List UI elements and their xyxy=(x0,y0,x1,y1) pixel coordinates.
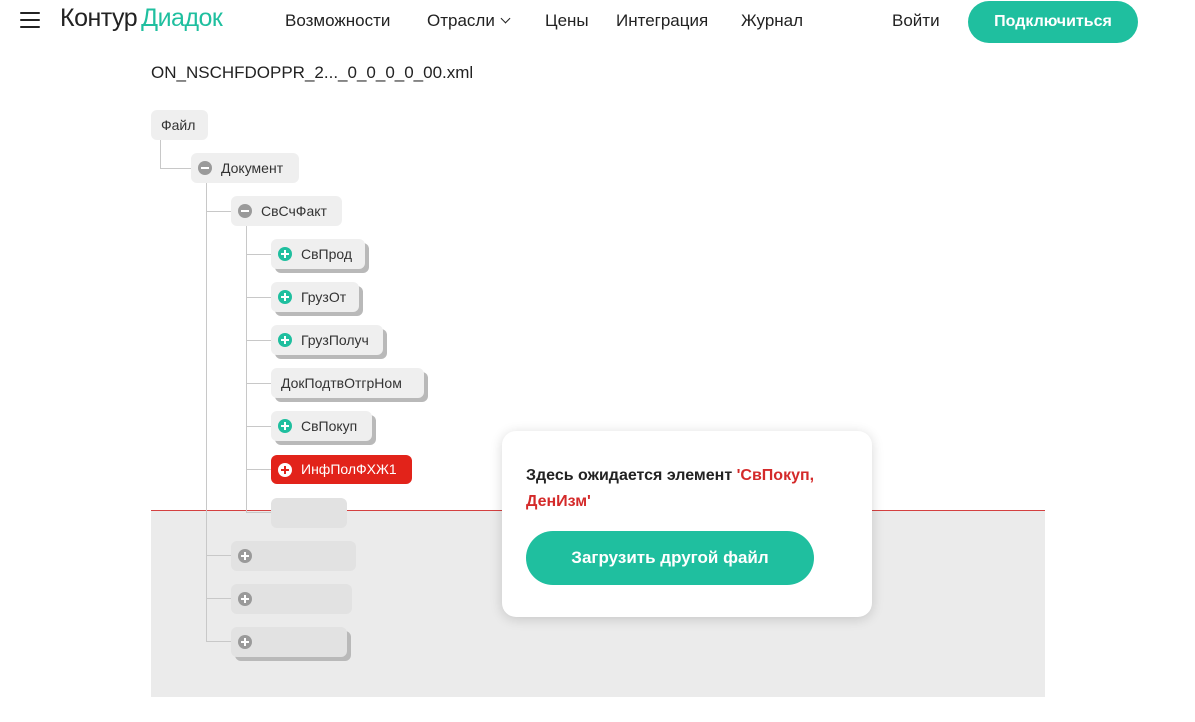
tree-node-label: СвСчФакт xyxy=(261,203,327,219)
tree-node-placeholder[interactable] xyxy=(271,498,347,528)
nav-integration[interactable]: Интеграция xyxy=(616,11,708,31)
collapse-icon[interactable] xyxy=(238,204,252,218)
tree-connector xyxy=(246,254,271,255)
validation-message-prefix: Здесь ожидается элемент xyxy=(526,467,737,484)
tree-node-label: ГрузОт xyxy=(301,289,347,305)
tree-connector xyxy=(206,641,231,642)
tree-node-document[interactable]: Документ xyxy=(191,153,299,183)
expand-icon[interactable] xyxy=(278,290,292,304)
tree-connector xyxy=(246,340,271,341)
tree-connector xyxy=(160,168,191,169)
tree-node-label: СвПрод xyxy=(301,246,353,262)
tree-node-seller[interactable]: СвПрод xyxy=(271,239,365,269)
tree-node-label: Документ xyxy=(221,160,284,176)
tree-node-label: СвПокуп xyxy=(301,418,358,434)
tree-connector xyxy=(206,183,207,641)
tree-node-info-field-error[interactable]: ИнфПолФХЖ1 xyxy=(271,455,412,484)
tree-connector xyxy=(206,555,231,556)
tree-connector xyxy=(246,297,271,298)
tree-node-invoice[interactable]: СвСчФакт xyxy=(231,196,342,226)
nav-features[interactable]: Возможности xyxy=(285,11,390,31)
tree-node-buyer[interactable]: СвПокуп xyxy=(271,411,372,441)
logo-diadok: Диадок xyxy=(141,4,223,32)
tree-connector xyxy=(246,383,271,384)
logo-kontur: Контур xyxy=(60,4,138,32)
collapse-icon[interactable] xyxy=(198,161,212,175)
hamburger-menu-icon[interactable] xyxy=(20,12,40,28)
tree-connector xyxy=(206,598,231,599)
tree-node-file[interactable]: Файл xyxy=(151,110,208,140)
tree-connector xyxy=(246,512,271,513)
expand-icon[interactable] xyxy=(238,549,252,563)
tree-node-label: ГрузПолуч xyxy=(301,332,369,348)
nav-industries-label: Отрасли xyxy=(427,11,495,30)
validation-message: Здесь ожидается элемент 'СвПокуп, ДенИзм… xyxy=(526,463,856,515)
logo[interactable]: Контур Диадок xyxy=(60,4,223,33)
expand-icon[interactable] xyxy=(278,247,292,261)
expand-icon[interactable] xyxy=(238,635,252,649)
expand-icon[interactable] xyxy=(278,333,292,347)
nav-journal[interactable]: Журнал xyxy=(741,11,803,31)
tree-node-placeholder[interactable] xyxy=(231,584,352,614)
tree-node-consignee[interactable]: ГрузПолуч xyxy=(271,325,383,355)
file-name: ON_NSCHFDOPPR_2..._0_0_0_0_00.xml xyxy=(151,63,474,82)
chevron-down-icon xyxy=(500,13,511,24)
tree-connector xyxy=(160,140,161,168)
nav-prices[interactable]: Цены xyxy=(545,11,589,31)
tree-node-label: Файл xyxy=(161,117,196,133)
upload-another-file-button[interactable]: Загрузить другой файл xyxy=(526,531,814,585)
login-link[interactable]: Войти xyxy=(892,11,940,31)
tree-connector xyxy=(206,211,231,212)
header: Контур Диадок Возможности Отрасли Цены Ин… xyxy=(0,0,1195,44)
expand-icon[interactable] xyxy=(278,419,292,433)
tree-connector xyxy=(246,469,271,470)
tree-node-placeholder[interactable] xyxy=(231,627,347,657)
expand-icon[interactable] xyxy=(238,592,252,606)
tree-connector xyxy=(246,426,271,427)
tree-node-placeholder[interactable] xyxy=(231,541,356,571)
tree-node-shipping-doc[interactable]: ДокПодтвОтгрНом xyxy=(271,368,424,398)
connect-button[interactable]: Подключиться xyxy=(968,1,1138,43)
expand-icon[interactable] xyxy=(278,463,292,477)
validation-popup: Здесь ожидается элемент 'СвПокуп, ДенИзм… xyxy=(502,431,872,617)
nav-industries[interactable]: Отрасли xyxy=(427,11,511,31)
tree-node-shipper[interactable]: ГрузОт xyxy=(271,282,359,312)
tree-node-label: ДокПодтвОтгрНом xyxy=(281,375,402,391)
tree-node-label: ИнфПолФХЖ1 xyxy=(301,461,397,477)
